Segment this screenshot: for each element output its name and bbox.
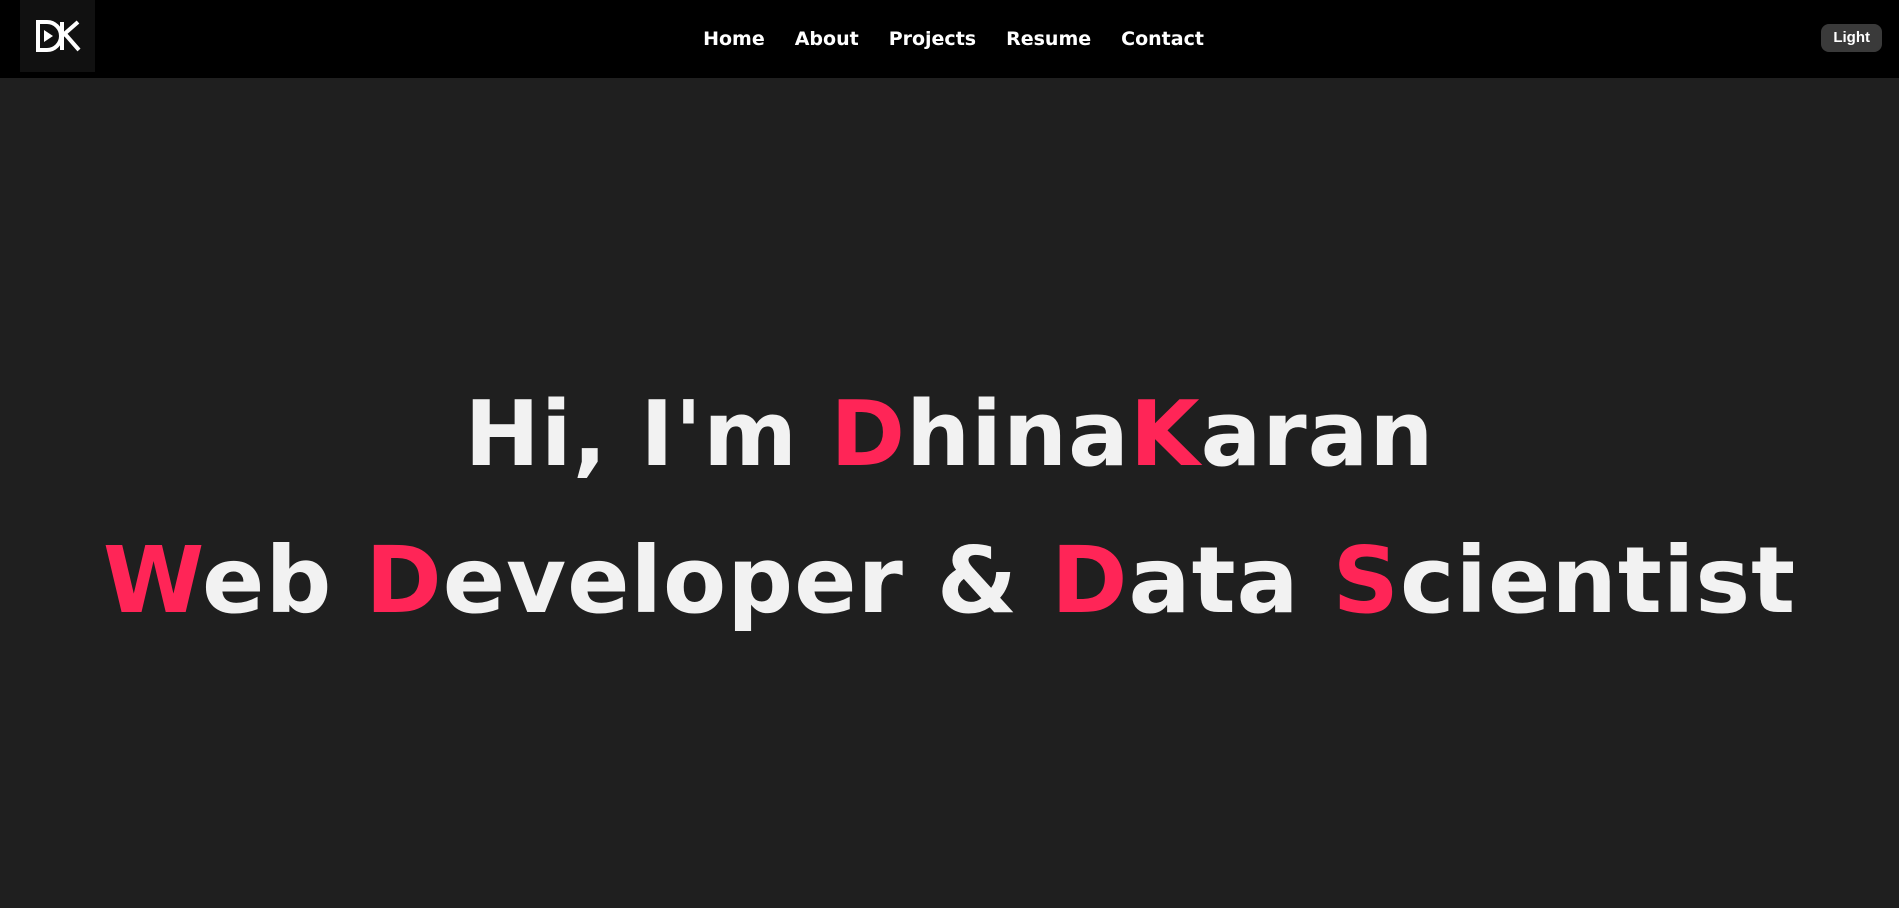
hero-tagline-text: eb xyxy=(202,527,366,634)
nav-link-resume[interactable]: Resume xyxy=(991,28,1106,50)
hero-accent-letter: K xyxy=(1129,382,1201,487)
nav-link-home[interactable]: Home xyxy=(688,28,780,50)
nav-link-projects[interactable]: Projects xyxy=(874,28,991,50)
logo-link[interactable] xyxy=(20,0,95,72)
hero-tagline-text: cientist xyxy=(1399,527,1797,634)
hero-greeting-text: hina xyxy=(906,382,1130,487)
hero-accent-letter: D xyxy=(365,527,443,634)
hero-tagline-text: eveloper & xyxy=(442,527,1052,634)
theme-toggle-button[interactable]: Light xyxy=(1821,24,1882,52)
hero-greeting: Hi, I'm DhinaKaran xyxy=(465,382,1435,487)
hero-accent-letter: D xyxy=(830,382,907,487)
hero-accent-letter: S xyxy=(1332,527,1400,634)
nav-link-about[interactable]: About xyxy=(780,28,874,50)
hero-tagline: Web Developer & Data Scientist xyxy=(103,527,1796,634)
hero-greeting-text: aran xyxy=(1200,382,1435,487)
hero-accent-letter: D xyxy=(1051,527,1129,634)
hero-section: Hi, I'm DhinaKaran Web Developer & Data … xyxy=(0,78,1899,908)
dk-logo-icon xyxy=(35,20,81,52)
hero-greeting-text: Hi, I'm xyxy=(464,382,831,487)
navbar: Home About Projects Resume Contact Light xyxy=(0,0,1899,78)
hero-tagline-text: ata xyxy=(1128,527,1333,634)
hero-accent-letter: W xyxy=(102,527,203,634)
nav-links: Home About Projects Resume Contact xyxy=(0,0,1899,78)
nav-link-contact[interactable]: Contact xyxy=(1106,28,1219,50)
